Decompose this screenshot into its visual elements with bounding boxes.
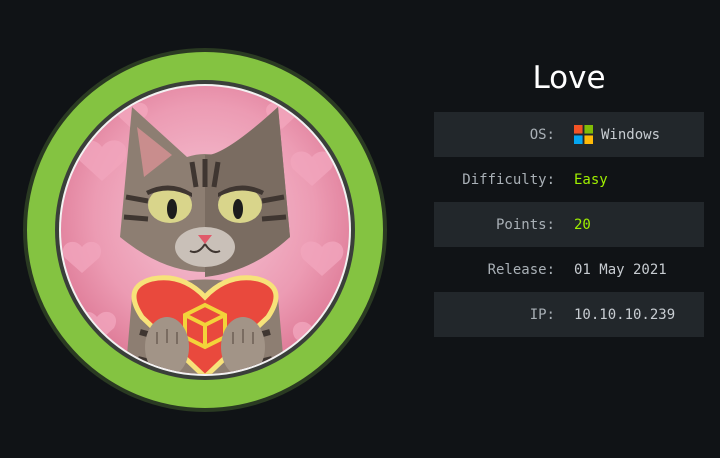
os-value: Windows [601,126,661,143]
release-label: Release: [487,261,555,278]
difficulty-value: Easy [574,171,608,188]
os-value-wrap: Windows [574,125,660,144]
os-label: OS: [529,126,555,143]
points-label: Points: [495,216,555,233]
cat-holding-heart-icon [23,48,387,412]
release-value: 01 May 2021 [574,261,667,278]
machine-name: Love [532,60,606,96]
ip-row: IP: 10.10.10.239 [434,292,704,337]
points-row: Points: 20 [434,202,704,247]
machine-avatar [22,47,388,413]
difficulty-label: Difficulty: [462,171,555,188]
ip-value: 10.10.10.239 [574,306,676,323]
os-row: OS: Windows [434,112,704,157]
points-value: 20 [574,216,591,233]
ip-label: IP: [529,306,555,323]
release-row: Release: 01 May 2021 [434,247,704,292]
windows-icon [574,125,593,144]
machine-info-table: OS: Windows Difficulty: Easy Points: 20 … [434,112,704,337]
difficulty-row: Difficulty: Easy [434,157,704,202]
